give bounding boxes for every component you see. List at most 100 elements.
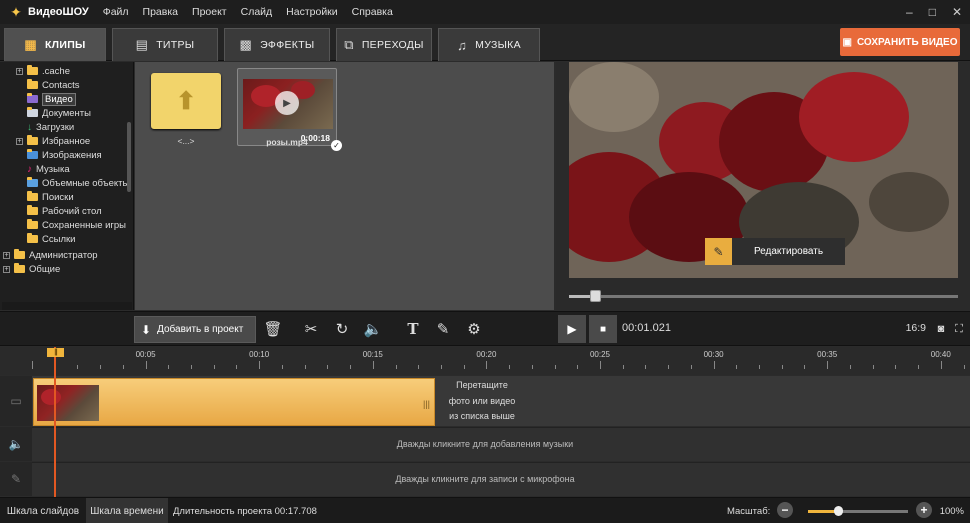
tree-item-admin[interactable]: + Администратор bbox=[3, 248, 98, 262]
parent-folder-tile[interactable]: ⬆ bbox=[151, 73, 221, 129]
zoom-slider[interactable] bbox=[808, 506, 908, 516]
menu-edit[interactable]: Правка bbox=[143, 6, 178, 18]
minimize-button[interactable]: – bbox=[906, 5, 913, 19]
tree-item-saved-games[interactable]: Сохраненные игры bbox=[27, 218, 126, 232]
scissors-icon[interactable]: ✂ bbox=[300, 318, 322, 340]
ruler-label: 00:10 bbox=[249, 350, 270, 359]
tree-item-desktop[interactable]: Рабочий стол bbox=[27, 204, 102, 218]
ruler-tick bbox=[418, 365, 420, 369]
playhead-handle[interactable]: ||| bbox=[47, 348, 64, 357]
delete-icon[interactable]: 🗑 bbox=[262, 318, 284, 340]
timecode: 00:01.021 bbox=[622, 322, 671, 334]
ruler-tick bbox=[168, 365, 170, 369]
tab-effects[interactable]: ▩ ЭФФЕКТЫ bbox=[224, 28, 330, 61]
maximize-button[interactable]: □ bbox=[929, 5, 936, 19]
add-to-project-button[interactable]: ⬇ Добавить в проект bbox=[134, 316, 256, 343]
tree-item-downloads[interactable]: ↓ Загрузки bbox=[27, 120, 74, 134]
mic-track-icon: ✎ bbox=[0, 462, 32, 496]
ruler-tick bbox=[486, 361, 488, 369]
tree-item-contacts[interactable]: Contacts bbox=[27, 78, 80, 92]
ruler-tick bbox=[304, 365, 306, 369]
preview-seekbar[interactable] bbox=[569, 290, 958, 302]
tree-item-public[interactable]: + Общие bbox=[3, 262, 60, 276]
menu-project[interactable]: Проект bbox=[192, 6, 227, 18]
menu-settings[interactable]: Настройки bbox=[286, 6, 338, 18]
ruler-tick bbox=[372, 361, 374, 369]
zoom-in-button[interactable]: + bbox=[916, 502, 932, 518]
expand-icon[interactable]: + bbox=[16, 67, 23, 75]
folder-icon bbox=[14, 263, 25, 273]
aspect-ratio[interactable]: 16:9 bbox=[906, 322, 926, 334]
tree-item-searches[interactable]: Поиски bbox=[27, 190, 74, 204]
mic-hint: Дважды кликните для записи с микрофона bbox=[395, 474, 575, 484]
tab-transitions[interactable]: ⧉ ПЕРЕХОДЫ bbox=[336, 28, 432, 61]
tree-item-documents[interactable]: Документы bbox=[27, 106, 91, 120]
zoom-slider-knob[interactable] bbox=[834, 506, 843, 516]
tree-horizontal-scrollbar[interactable] bbox=[2, 302, 132, 310]
edit-button[interactable]: ✎ Редактировать bbox=[705, 238, 845, 265]
tab-music[interactable]: ♫ МУЗЫКА bbox=[438, 28, 540, 61]
playhead[interactable] bbox=[54, 347, 56, 497]
video-track[interactable]: ||| Перетащите фото или видео из списка … bbox=[32, 376, 970, 426]
ruler-tick bbox=[940, 361, 942, 369]
settings-gear-icon[interactable]: ⚙ bbox=[463, 318, 485, 340]
tree-item-music[interactable]: ♪ Музыка bbox=[27, 162, 70, 176]
ruler-tick bbox=[622, 365, 624, 369]
ruler-tick bbox=[918, 365, 920, 369]
fullscreen-icon[interactable]: ⛶ bbox=[948, 318, 970, 340]
magic-wand-icon[interactable]: ✎ bbox=[432, 318, 454, 340]
mic-track[interactable]: Дважды кликните для записи с микрофона bbox=[32, 462, 970, 496]
ruler-label: 00:05 bbox=[135, 350, 156, 359]
effects-icon: ▩ bbox=[239, 37, 253, 52]
tree-scrollbar[interactable] bbox=[127, 122, 131, 192]
play-button[interactable]: ▶ bbox=[558, 315, 586, 343]
seekbar-fill bbox=[569, 295, 593, 298]
tab-time-scale[interactable]: Шкала времени bbox=[86, 498, 168, 523]
timeline-ruler[interactable]: 00:05 00:10 00:15 00:20 00:25 00:30 00:35 00:40 bbox=[0, 347, 970, 375]
ruler-tick bbox=[259, 361, 261, 369]
rotate-icon[interactable]: ↻ bbox=[331, 318, 353, 340]
ruler-tick bbox=[690, 365, 692, 369]
tab-clips[interactable]: ▦ КЛИПЫ bbox=[4, 28, 106, 61]
ruler-tick bbox=[100, 365, 102, 369]
file-browser: ⬆ <...> ▶ 0:00:18 ✓ розы.mp4 bbox=[135, 62, 554, 310]
save-video-button[interactable]: ▣ СОХРАНИТЬ ВИДЕО bbox=[840, 28, 960, 56]
expand-icon[interactable]: + bbox=[3, 265, 10, 273]
tree-item-links[interactable]: Ссылки bbox=[27, 232, 75, 246]
video-clip[interactable]: ||| bbox=[33, 378, 435, 426]
text-icon[interactable]: T bbox=[402, 318, 424, 340]
play-icon[interactable]: ▶ bbox=[275, 91, 299, 115]
tree-item-cache[interactable]: + .cache bbox=[16, 64, 70, 78]
menu-file[interactable]: Файл bbox=[103, 6, 129, 18]
film-icon: ▦ bbox=[24, 37, 37, 52]
tab-slide-scale[interactable]: Шкала слайдов bbox=[0, 498, 86, 523]
folder-icon bbox=[27, 135, 38, 145]
drop-hint-line: фото или видео bbox=[448, 395, 516, 406]
transitions-icon: ⧉ bbox=[344, 37, 354, 52]
expand-icon[interactable]: + bbox=[16, 137, 23, 145]
volume-icon[interactable]: 🔈 bbox=[362, 318, 384, 340]
menu-help[interactable]: Справка bbox=[352, 6, 393, 18]
clip-resize-handle[interactable]: ||| bbox=[423, 399, 430, 409]
tree-item-favorites[interactable]: + Избранное bbox=[16, 134, 90, 148]
video-file-name: розы.mp4 bbox=[266, 137, 308, 147]
zoom-out-button[interactable]: − bbox=[777, 502, 793, 518]
expand-icon[interactable]: + bbox=[3, 251, 10, 259]
music-track[interactable]: Дважды кликните для добавления музыки bbox=[32, 427, 970, 461]
tab-titles-label: ТИТРЫ bbox=[156, 39, 195, 51]
ruler-tick bbox=[191, 365, 193, 369]
tab-titles[interactable]: ▤ ТИТРЫ bbox=[112, 28, 218, 61]
tree-item-video[interactable]: Видео bbox=[27, 92, 76, 106]
tree-item-3d-objects[interactable]: Объемные объекты bbox=[27, 176, 129, 190]
stop-button[interactable]: ■ bbox=[589, 315, 617, 343]
tree-item-images[interactable]: Изображения bbox=[27, 148, 102, 162]
edit-label: Редактировать bbox=[753, 246, 824, 257]
close-button[interactable]: ✕ bbox=[952, 5, 962, 19]
video-file-tile[interactable]: ▶ 0:00:18 ✓ bbox=[237, 68, 342, 151]
pencil-icon: ✎ bbox=[705, 238, 732, 265]
menu-slide[interactable]: Слайд bbox=[241, 6, 273, 18]
project-duration: Длительность проекта 00:17.708 bbox=[173, 506, 317, 517]
ruler-tick bbox=[713, 361, 715, 369]
up-arrow-icon: ⬆ bbox=[175, 87, 197, 115]
seekbar-knob[interactable] bbox=[590, 290, 602, 302]
